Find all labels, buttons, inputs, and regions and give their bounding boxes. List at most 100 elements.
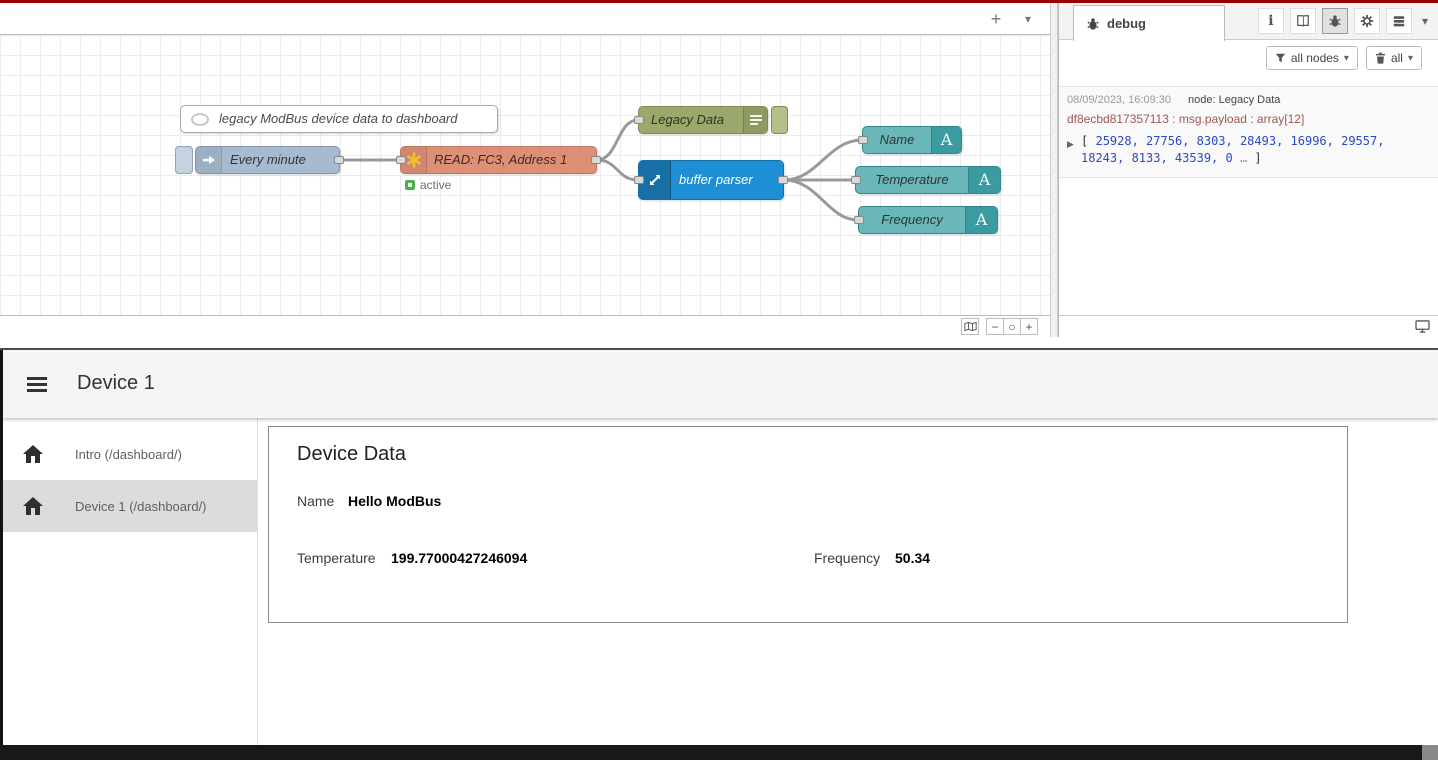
hamburger-menu-icon[interactable]: [27, 377, 47, 395]
ui-text-node-frequency[interactable]: Frequency A: [858, 206, 998, 234]
nav-item-intro[interactable]: Intro (/dashboard/): [3, 428, 257, 480]
ui-text-node-name[interactable]: Name A: [862, 126, 962, 154]
help-tab-button[interactable]: [1290, 8, 1316, 34]
input-port[interactable]: [851, 176, 861, 184]
node-red-editor: + ▾ legacy ModBus device data to dashboa…: [0, 3, 1438, 337]
expand-arrow-icon[interactable]: ▶: [1067, 136, 1074, 153]
modbus-status: active: [405, 178, 451, 192]
debug-sidebar-icon: [743, 107, 767, 133]
dashboard-appbar: Device 1: [3, 350, 1438, 418]
scrollbar-corner: [1422, 745, 1438, 760]
node-red-dashboard: Device 1 Intro (/dashboard/) Device 1 (/…: [0, 348, 1438, 760]
zoom-in-button[interactable]: +: [1020, 318, 1038, 335]
bug-icon: [1086, 17, 1100, 31]
payload-ellipsis: …: [1240, 151, 1247, 165]
frequency-value: 50.34: [895, 550, 930, 566]
config-tab-button[interactable]: [1354, 8, 1380, 34]
wire: [597, 120, 638, 160]
payload-close-bracket: ]: [1254, 151, 1261, 165]
input-port[interactable]: [854, 216, 864, 224]
payload-numbers: 25928, 27756, 8303, 28493, 16996, 29557,…: [1081, 134, 1384, 165]
nav-item-label: Device 1 (/dashboard/): [75, 499, 207, 514]
home-icon: [23, 497, 43, 515]
dashboard-nav: Intro (/dashboard/) Device 1 (/dashboard…: [3, 418, 258, 747]
ui-text-node-temperature[interactable]: Temperature A: [855, 166, 1001, 194]
card-title: Device Data: [297, 443, 406, 466]
inject-node[interactable]: Every minute: [175, 146, 340, 174]
zoom-out-button[interactable]: −: [986, 318, 1004, 335]
info-tab-button[interactable]: i: [1258, 8, 1284, 34]
book-icon: [1296, 14, 1310, 28]
comment-node[interactable]: legacy ModBus device data to dashboard: [180, 105, 498, 133]
navigator-map-icon[interactable]: [961, 318, 979, 335]
inject-arrow-icon: [196, 147, 222, 173]
debug-node[interactable]: Legacy Data: [638, 106, 788, 134]
sidebar-splitter[interactable]: [1050, 3, 1058, 337]
output-port[interactable]: [778, 176, 788, 184]
tab-debug-label: debug: [1107, 16, 1146, 31]
inject-node-body[interactable]: Every minute: [195, 146, 340, 174]
sidebar-footer: [1059, 315, 1438, 337]
comment-node-label: legacy ModBus device data to dashboard: [181, 106, 497, 132]
flow-workspace: + ▾ legacy ModBus device data to dashboa…: [0, 3, 1050, 337]
input-port[interactable]: [634, 176, 644, 184]
bug-icon: [1328, 14, 1342, 28]
trash-icon: [1375, 52, 1386, 64]
chevron-down-icon: ▾: [1344, 53, 1349, 64]
funnel-icon: [1275, 53, 1286, 64]
tab-debug[interactable]: debug: [1073, 5, 1225, 41]
sidebar-menu-caret-icon[interactable]: ▾: [1418, 14, 1432, 28]
device-data-card: Device Data Name Hello ModBus Temperatur…: [268, 426, 1348, 623]
open-window-icon[interactable]: [1415, 320, 1430, 333]
clear-label: all: [1391, 51, 1403, 65]
wire: [784, 180, 858, 220]
dashboard-content: Device Data Name Hello ModBus Temperatur…: [258, 418, 1438, 747]
info-icon: i: [1268, 13, 1273, 29]
buffer-parser-node[interactable]: buffer parser: [638, 160, 784, 200]
temperature-value: 199.77000427246094: [391, 550, 527, 566]
debug-payload: ▶ [ 25928, 27756, 8303, 28493, 16996, 295…: [1067, 133, 1405, 167]
wire: [597, 160, 638, 180]
status-text: active: [420, 178, 451, 192]
clear-messages-button[interactable]: all ▾: [1366, 46, 1422, 70]
temperature-label: Temperature: [297, 550, 376, 566]
dashboard-title: Device 1: [77, 372, 155, 395]
flow-canvas[interactable]: legacy ModBus device data to dashboard E…: [0, 35, 1050, 315]
layers-icon: [1392, 14, 1406, 28]
filter-nodes-button[interactable]: all nodes ▾: [1266, 46, 1358, 70]
modbus-node-label: READ: FC3, Address 1: [401, 147, 596, 173]
text-a-icon: A: [931, 127, 961, 153]
workspace-tab-bar: + ▾: [0, 3, 1050, 35]
name-value: Hello ModBus: [348, 493, 441, 509]
add-flow-button[interactable]: +: [984, 8, 1008, 30]
input-port[interactable]: [634, 116, 644, 124]
home-icon: [23, 445, 43, 463]
modbus-read-node[interactable]: READ: FC3, Address 1: [400, 146, 597, 174]
canvas-footer: − ○ +: [0, 315, 1050, 337]
debug-toolbar: all nodes ▾ all ▾: [1059, 40, 1438, 76]
status-ring-icon: [405, 180, 415, 190]
sidebar-icon-tabs: i: [1258, 8, 1432, 34]
input-port[interactable]: [858, 136, 868, 144]
input-port[interactable]: [396, 156, 406, 164]
context-tab-button[interactable]: [1386, 8, 1412, 34]
payload-open-bracket: [: [1081, 134, 1088, 148]
debug-property-path: df8ecbd817357113 : msg.payload : array[1…: [1067, 112, 1438, 126]
debug-message-meta: 08/09/2023, 16:09:30 node: Legacy Data: [1067, 94, 1438, 106]
inject-trigger-button[interactable]: [175, 146, 193, 174]
debug-node-body[interactable]: Legacy Data: [638, 106, 768, 134]
debug-message: 08/09/2023, 16:09:30 node: Legacy Data d…: [1059, 86, 1438, 178]
filter-nodes-label: all nodes: [1291, 51, 1339, 65]
sidebar-header: debug i: [1059, 3, 1438, 40]
text-a-icon: A: [968, 167, 1000, 193]
name-label: Name: [297, 493, 334, 509]
debug-tab-button[interactable]: [1322, 8, 1348, 34]
output-port[interactable]: [334, 156, 344, 164]
flow-list-caret-icon[interactable]: ▾: [1016, 8, 1040, 30]
output-port[interactable]: [591, 156, 601, 164]
frequency-label: Frequency: [814, 550, 880, 566]
nav-item-device-1[interactable]: Device 1 (/dashboard/): [3, 480, 257, 532]
debug-enable-toggle[interactable]: [771, 106, 788, 134]
zoom-reset-button[interactable]: ○: [1003, 318, 1021, 335]
wire: [784, 140, 862, 180]
